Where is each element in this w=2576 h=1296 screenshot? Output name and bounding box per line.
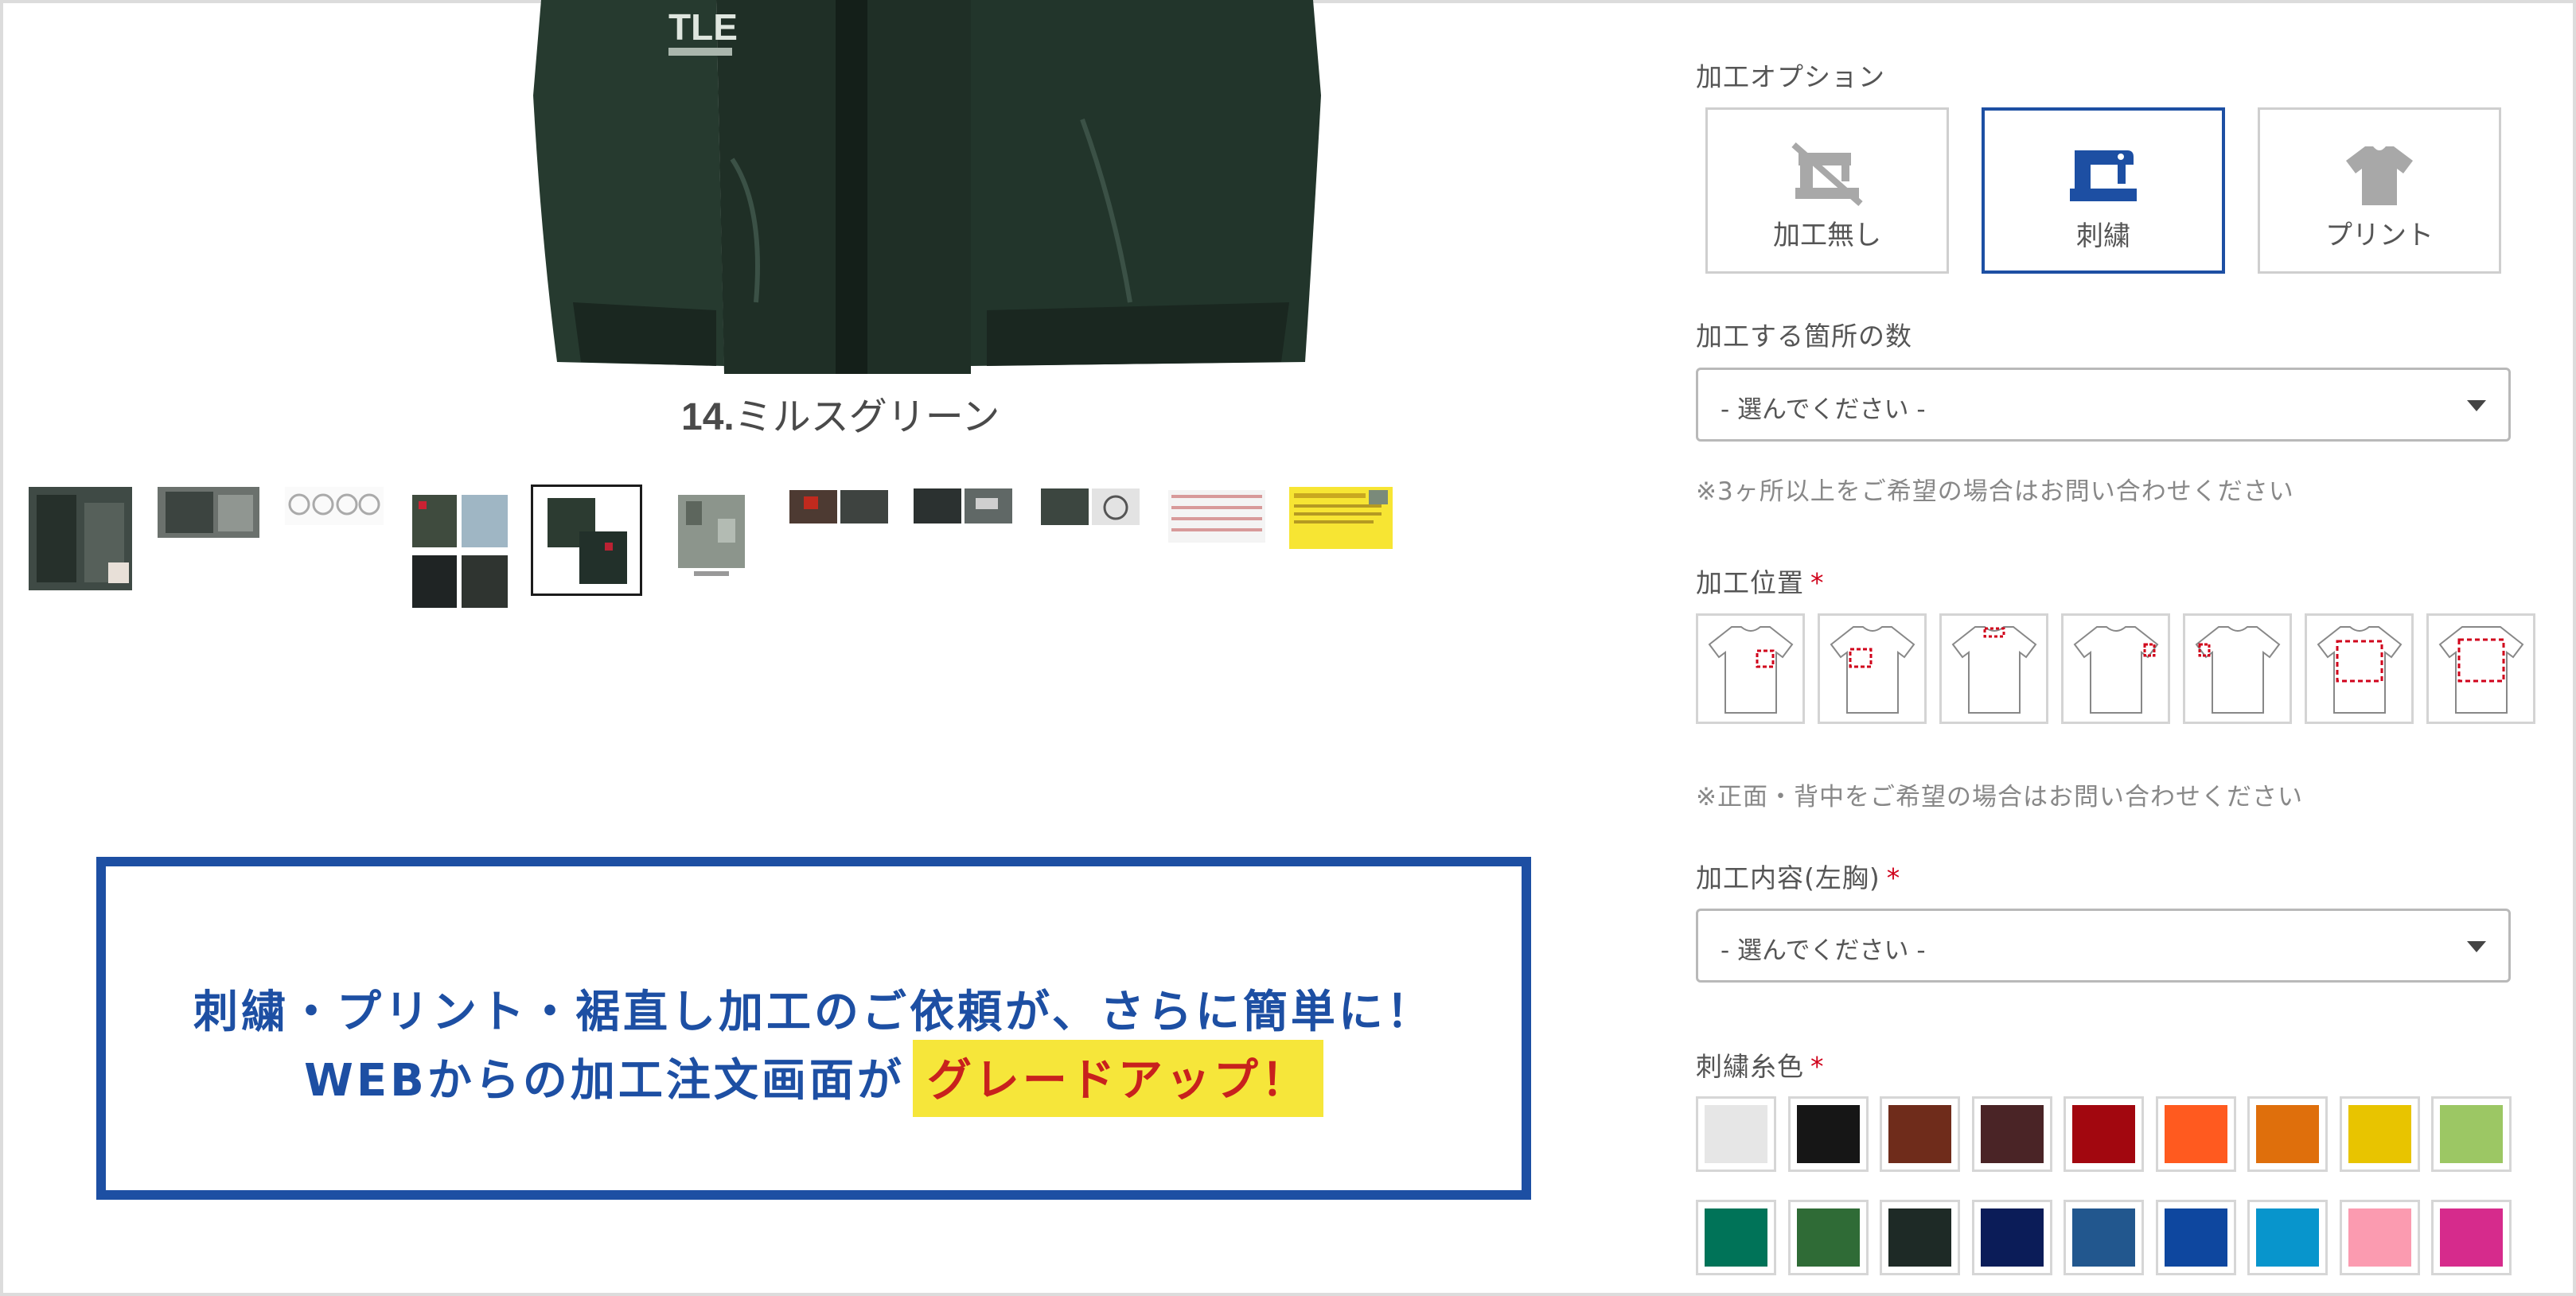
content-heading: 加工内容(左胸) * <box>1696 857 1900 895</box>
thread-color-swatch[interactable] <box>1880 1096 1960 1172</box>
swatch-color-fill <box>2348 1208 2411 1267</box>
chevron-down-icon <box>2467 941 2486 952</box>
thread-color-swatch[interactable] <box>2064 1200 2144 1275</box>
swatch-color-fill <box>2164 1105 2227 1163</box>
thumbnail-3[interactable] <box>285 487 384 525</box>
thread-color-swatch[interactable] <box>1696 1096 1776 1172</box>
shirt-right-sleeve-icon <box>2195 626 2281 714</box>
thumbnail-2[interactable] <box>158 487 259 538</box>
thumbnail-9[interactable] <box>1039 487 1141 527</box>
option-label-print: プリント <box>2325 220 2434 251</box>
position-heading-text: 加工位置 <box>1696 567 1804 598</box>
shirt-back-center-icon <box>2438 626 2524 714</box>
thumbnail-8[interactable] <box>912 487 1014 525</box>
thumbnail-1[interactable] <box>29 487 132 590</box>
thread-color-swatch[interactable] <box>1787 1200 1869 1275</box>
option-label-none: 加工無し <box>1773 220 1881 251</box>
required-mark: * <box>1886 862 1901 893</box>
thumbnail-11[interactable] <box>1289 487 1393 549</box>
options-heading: 加工オプション <box>1696 61 1885 92</box>
thumbnail-6[interactable] <box>670 487 753 582</box>
thread-color-swatch[interactable] <box>2339 1096 2420 1172</box>
thumbnail-10[interactable] <box>1165 487 1269 546</box>
thread-color-swatch[interactable] <box>1787 1096 1869 1172</box>
banner-line1: 刺繍・プリント・裾直し加工のご依頼が、さらに簡単に！ <box>193 987 1434 1038</box>
count-heading: 加工する箇所の数 <box>1696 321 1912 352</box>
swatch-color-fill <box>2072 1105 2135 1163</box>
shirt-left-sleeve-icon <box>2073 626 2159 714</box>
tshirt-icon <box>2346 146 2413 205</box>
swatch-color-fill <box>2256 1208 2319 1267</box>
sewing-machine-icon <box>2070 150 2137 201</box>
position-left-chest[interactable] <box>1696 613 1805 724</box>
thread-heading-text: 刺繍糸色 <box>1696 1051 1804 1082</box>
swatch-color-fill <box>2256 1105 2319 1163</box>
color-caption: 14.ミルスグリーン <box>681 385 1000 441</box>
position-left-sleeve[interactable] <box>2061 613 2170 724</box>
promo-banner: 刺繍・プリント・裾直し加工のご依頼が、さらに簡単に！ WEBからの加工注文画面が… <box>96 857 1531 1200</box>
thread-color-swatch[interactable] <box>2155 1096 2236 1172</box>
thread-color-swatch[interactable] <box>2247 1200 2328 1275</box>
position-heading: 加工位置 * <box>1696 562 1825 600</box>
shirt-front-center-icon <box>2317 626 2403 714</box>
thread-color-swatch[interactable] <box>2155 1200 2236 1275</box>
swatch-color-fill <box>1888 1208 1951 1267</box>
thumbnail-5-selected[interactable] <box>531 485 642 596</box>
thread-color-swatch[interactable] <box>2431 1096 2512 1172</box>
swatch-color-fill <box>2440 1105 2503 1163</box>
option-label-embroidery: 刺繍 <box>2076 220 2130 252</box>
option-button-none[interactable]: 加工無し <box>1705 107 1949 274</box>
swatch-color-fill <box>1980 1208 2044 1267</box>
shirt-left-chest-icon <box>1708 626 1794 714</box>
swatch-color-fill <box>1796 1105 1860 1163</box>
position-right-sleeve[interactable] <box>2183 613 2292 724</box>
thread-color-swatch[interactable] <box>1880 1200 1960 1275</box>
count-note: ※3ヶ所以上をご希望の場合はお問い合わせください <box>1696 477 2294 506</box>
position-front-center[interactable] <box>2305 613 2414 724</box>
shirt-right-chest-icon <box>1830 626 1915 714</box>
swatch-color-fill <box>2348 1105 2411 1163</box>
thread-heading: 刺繍糸色 * <box>1696 1045 1825 1084</box>
swatch-color-fill <box>1980 1105 2044 1163</box>
swatch-color-fill <box>2164 1208 2227 1267</box>
option-button-embroidery[interactable]: 刺繍 <box>1982 107 2225 274</box>
color-caption-number: 14. <box>681 396 735 438</box>
thumbnail-4[interactable] <box>409 487 511 614</box>
swatch-color-fill <box>1705 1208 1767 1267</box>
thumbnail-7[interactable] <box>788 487 890 527</box>
content-select[interactable]: - 選んでください - <box>1696 909 2511 983</box>
position-right-chest[interactable] <box>1818 613 1927 724</box>
thread-color-swatch[interactable] <box>2339 1200 2420 1275</box>
thread-color-swatch[interactable] <box>1971 1096 2052 1172</box>
swatch-color-fill <box>1796 1208 1860 1267</box>
thread-color-swatch[interactable] <box>2431 1200 2512 1275</box>
banner-line2-text: WEBからの加工注文画面が <box>304 1055 905 1107</box>
swatch-color-fill <box>2072 1208 2135 1267</box>
count-select[interactable]: - 選んでください - <box>1696 368 2511 442</box>
color-caption-name: ミルスグリーン <box>734 396 1000 438</box>
thread-color-swatch[interactable] <box>2064 1096 2144 1172</box>
shirt-back-collar-icon <box>1951 626 2037 714</box>
required-mark: * <box>1810 1051 1825 1082</box>
option-button-print[interactable]: プリント <box>2258 107 2501 274</box>
content-heading-text: 加工内容(左胸) <box>1696 862 1880 893</box>
thread-color-swatch[interactable] <box>1696 1200 1776 1275</box>
swatch-color-fill <box>2440 1208 2503 1267</box>
swatch-color-fill <box>1888 1105 1951 1163</box>
chevron-down-icon <box>2467 400 2486 411</box>
position-back-collar[interactable] <box>1939 613 2048 724</box>
thread-color-swatch[interactable] <box>1971 1200 2052 1275</box>
no-sewing-machine-icon <box>1791 142 1863 207</box>
jacket-print-text: TLE <box>668 6 738 48</box>
content-select-value: - 選んでください - <box>1721 936 1926 965</box>
swatch-color-fill <box>1705 1105 1767 1163</box>
product-main-image: TLE <box>533 0 1321 374</box>
banner-highlight: グレードアップ！ <box>912 1040 1323 1117</box>
thread-color-swatch[interactable] <box>2247 1096 2328 1172</box>
position-back-center[interactable] <box>2426 613 2535 724</box>
position-note: ※正面・背中をご希望の場合はお問い合わせください <box>1696 783 2303 811</box>
banner-line2: WEBからの加工注文画面が グレードアップ！ <box>106 1040 1522 1117</box>
required-mark: * <box>1810 567 1825 598</box>
count-select-value: - 選んでください - <box>1721 395 1926 424</box>
